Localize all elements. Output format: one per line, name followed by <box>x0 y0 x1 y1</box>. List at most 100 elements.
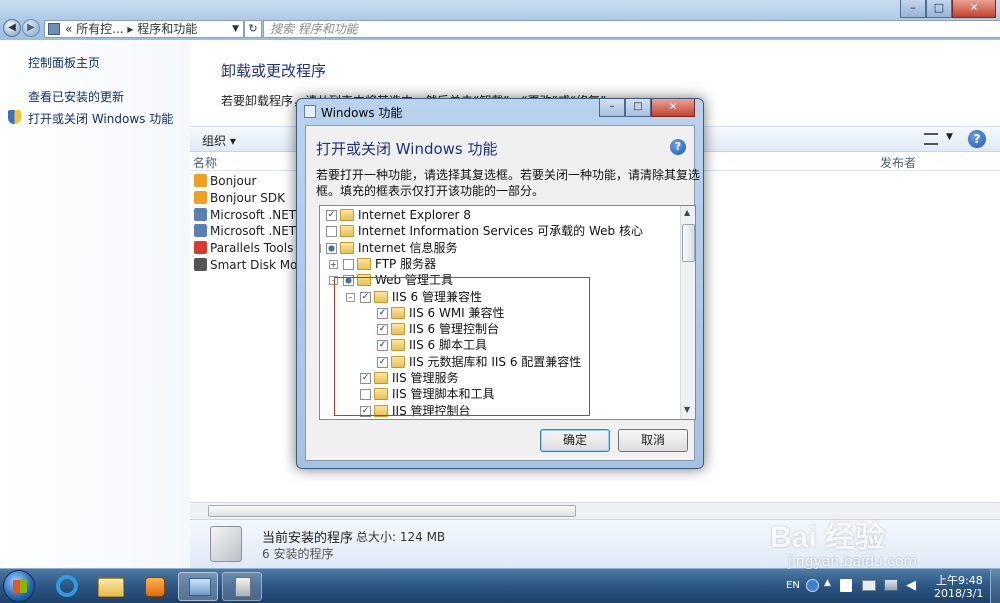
action-center-icon[interactable] <box>840 579 852 592</box>
chevron-down-icon[interactable]: ▼ <box>232 21 239 37</box>
feature-checkbox[interactable]: ✓ <box>326 210 337 221</box>
program-name: Parallels Tools <box>210 241 294 256</box>
help-icon[interactable]: ? <box>968 130 986 148</box>
dialog-app-icon <box>304 105 316 118</box>
details-pane: 当前安装的程序 总大小: 124 MB 6 安装的程序 <box>190 519 1000 568</box>
chevron-up-icon[interactable]: ▲ <box>824 578 831 588</box>
media-player-icon[interactable] <box>134 572 174 601</box>
address-bar[interactable]: « 所有控... ▸ 程序和功能 ▼ <box>44 20 244 38</box>
taskbar: EN ▲ ◀ 上午9:48 2018/3/1 <box>0 568 1000 603</box>
disk-icon <box>194 258 207 271</box>
sidebar-item-home[interactable]: 控制面板主页 <box>28 54 100 71</box>
column-header-publisher[interactable]: 发布者 <box>880 154 916 171</box>
sidebar-item-windows-features[interactable]: 打开或关闭 Windows 功能 <box>28 110 173 127</box>
refresh-button[interactable]: ↻ <box>244 20 262 38</box>
scroll-down-arrow[interactable]: ▼ <box>684 405 690 414</box>
dialog-minimize-button[interactable]: – <box>599 99 625 117</box>
list-item[interactable]: Parallels Tools <box>194 240 293 257</box>
dialog-body: 打开或关闭 Windows 功能 ? 若要打开一种功能，请选择其复选框。若要关闭… <box>305 125 700 461</box>
program-name: Smart Disk Mou <box>210 258 306 272</box>
programs-task-icon[interactable] <box>222 572 262 601</box>
horizontal-scrollbar[interactable] <box>190 502 1000 519</box>
forward-button[interactable]: ▶ <box>22 19 40 37</box>
view-options-icon[interactable] <box>924 133 938 145</box>
folder-icon <box>357 257 371 270</box>
feature-highlight-box <box>334 277 590 416</box>
column-header-name[interactable]: 名称 <box>193 154 217 171</box>
network-icon[interactable] <box>884 579 898 591</box>
scroll-up-arrow[interactable]: ▲ <box>684 208 690 217</box>
dialog-title: Windows 功能 <box>321 106 403 120</box>
details-title: 当前安装的程序 <box>262 531 354 546</box>
windows-logo-icon <box>13 580 27 593</box>
maximize-button[interactable]: □ <box>926 0 952 18</box>
sidebar-item-updates[interactable]: 查看已安装的更新 <box>28 88 124 105</box>
printer-icon[interactable] <box>862 580 876 591</box>
installed-programs-icon <box>210 526 242 562</box>
windows-features-dialog: Windows 功能 – □ ✕ 打开或关闭 Windows 功能 ? 若要打开… <box>296 98 704 469</box>
bonjour-icon <box>194 174 207 187</box>
details-total-size: 总大小: 124 MB <box>356 530 446 544</box>
folder-icon <box>340 241 354 254</box>
tray-help-icon[interactable] <box>806 579 819 592</box>
collapse-icon[interactable]: – <box>320 243 321 253</box>
feature-label[interactable]: 万维网服务 <box>375 419 435 420</box>
list-item[interactable]: Smart Disk Mou <box>194 257 305 274</box>
dialog-description-line2: 框。填充的框表示仅打开该功能的一部分。 <box>316 184 545 198</box>
search-input[interactable]: 搜索 程序和功能 <box>263 20 1000 38</box>
organize-button[interactable]: 组织 ▾ <box>202 132 236 149</box>
volume-icon[interactable]: ◀ <box>906 578 916 593</box>
dialog-description-line1: 若要打开一种功能，请选择其复选框。若要关闭一种功能，请清除其复选 <box>316 168 701 182</box>
list-item[interactable]: Microsoft .NET F <box>194 207 307 224</box>
details-count: 6 安装的程序 <box>262 547 334 561</box>
vertical-scrollbar[interactable]: ▲ ▼ <box>680 206 695 419</box>
chevron-down-icon[interactable]: ▼ <box>946 132 953 142</box>
feature-checkbox[interactable] <box>343 258 354 270</box>
feature-checkbox[interactable] <box>326 242 337 254</box>
start-button[interactable] <box>3 570 35 602</box>
scrollbar-thumb[interactable] <box>208 505 576 517</box>
sidebar: 控制面板主页 查看已安装的更新 打开或关闭 Windows 功能 <box>0 40 190 568</box>
feature-label[interactable]: Internet Explorer 8 <box>358 207 471 223</box>
expand-icon[interactable]: + <box>329 259 338 269</box>
clock-date[interactable]: 2018/3/1 <box>934 587 983 600</box>
list-item[interactable]: Microsoft .NET F <box>194 223 307 240</box>
control-panel-icon <box>48 23 60 35</box>
feature-label[interactable]: Internet Information Services 可承载的 Web 核… <box>358 223 643 239</box>
program-name: Bonjour <box>210 174 257 188</box>
feature-label[interactable]: Internet 信息服务 <box>358 240 457 256</box>
control-panel-task-icon[interactable] <box>178 572 218 601</box>
bonjour-icon <box>194 190 207 204</box>
minimize-button[interactable]: – <box>900 0 926 18</box>
language-indicator[interactable]: EN <box>786 580 800 591</box>
scrollbar-thumb[interactable] <box>682 224 695 262</box>
dotnet-icon <box>194 207 207 221</box>
program-name: Bonjour SDK <box>210 190 285 205</box>
dialog-help-icon[interactable]: ? <box>670 139 686 155</box>
folder-icon <box>340 209 354 221</box>
parallels-icon <box>194 241 207 255</box>
dotnet-icon <box>194 224 207 238</box>
folder-icon <box>340 225 354 238</box>
program-name: Microsoft .NET F <box>210 207 307 222</box>
refresh-icon: ↻ <box>248 22 258 35</box>
show-desktop-button[interactable] <box>990 569 1000 603</box>
clock-time[interactable]: 上午9:48 <box>936 572 983 588</box>
dialog-close-button[interactable]: ✕ <box>651 99 695 117</box>
list-item[interactable]: Bonjour SDK <box>194 190 285 207</box>
file-explorer-icon[interactable] <box>90 572 130 601</box>
shield-icon <box>8 110 21 124</box>
dialog-heading: 打开或关闭 Windows 功能 <box>316 140 498 158</box>
feature-label[interactable]: FTP 服务器 <box>375 256 436 272</box>
address-path: « 所有控... ▸ 程序和功能 <box>65 22 198 36</box>
list-item[interactable]: Bonjour <box>194 173 256 190</box>
ok-button[interactable]: 确定 <box>540 429 610 452</box>
close-button[interactable]: ✕ <box>952 0 996 18</box>
internet-explorer-icon[interactable] <box>46 572 86 601</box>
feature-tree: ✓ Internet Explorer 8 Internet Information… <box>319 205 696 420</box>
back-button[interactable]: ◀ <box>3 19 21 37</box>
cancel-button[interactable]: 取消 <box>618 429 688 452</box>
dialog-maximize-button[interactable]: □ <box>625 99 651 117</box>
feature-checkbox[interactable] <box>326 226 337 238</box>
program-name: Microsoft .NET F <box>210 224 307 239</box>
